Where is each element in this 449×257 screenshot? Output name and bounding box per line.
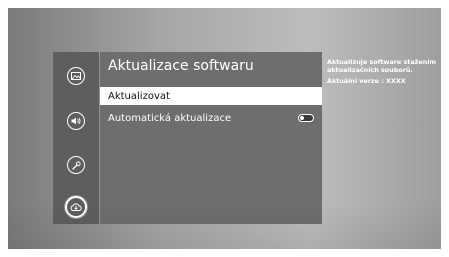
- menu-item-update-now[interactable]: Aktualizovat: [100, 87, 322, 105]
- software-update-icon[interactable]: [65, 196, 87, 218]
- menu-item-auto-update[interactable]: Automatická aktualizace: [100, 109, 322, 127]
- menu-item-label: Automatická aktualizace: [108, 112, 232, 124]
- info-description: Aktualizuje software stažením aktualizač…: [327, 58, 437, 74]
- toggle-knob: [300, 116, 304, 120]
- info-panel: Aktualizuje software stažením aktualizač…: [327, 58, 437, 85]
- picture-glyph: [71, 72, 81, 80]
- wrench-glyph: [71, 160, 81, 170]
- support-wrench-icon[interactable]: [67, 156, 85, 174]
- sound-icon[interactable]: [67, 112, 85, 130]
- cloud-update-glyph: [70, 203, 82, 211]
- picture-icon[interactable]: [67, 67, 85, 85]
- sound-glyph: [71, 117, 81, 125]
- auto-update-toggle[interactable]: [298, 114, 314, 122]
- current-version-text: Aktuální verze : XXXX: [327, 77, 406, 85]
- tv-screen: Aktualizace softwaru Aktualizovat Automa…: [8, 8, 441, 249]
- page-title: Aktualizace softwaru: [108, 58, 254, 74]
- software-update-panel: Aktualizace softwaru Aktualizovat Automa…: [100, 52, 322, 224]
- settings-sidebar: [53, 52, 99, 224]
- menu-item-label: Aktualizovat: [108, 90, 170, 102]
